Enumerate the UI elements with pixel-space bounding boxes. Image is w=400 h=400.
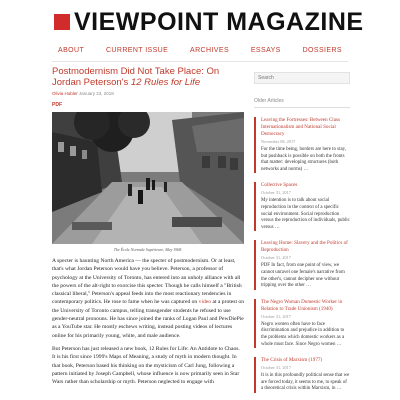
site-header: VIEWPOINT MAGAZINE ABOUT CURRENT ISSUE A… xyxy=(0,0,400,64)
sidebar-article: Leaving Home: Slavery and the Politics o… xyxy=(254,240,350,290)
sidebar-article: Collective Spaces October 31, 2017 My in… xyxy=(254,182,350,232)
sidebar-article-excerpt: My intention is to talk about social rep… xyxy=(261,198,350,230)
sidebar-article-date: October 31, 2017 xyxy=(261,190,291,196)
nav-about[interactable]: ABOUT xyxy=(52,47,90,54)
post-title[interactable]: Postmodernism Did Not Take Place: On Jor… xyxy=(52,66,244,88)
article-body: A specter is haunting North America — th… xyxy=(52,257,244,386)
paragraph-text: But Peterson has just released a new boo… xyxy=(52,345,240,386)
sidebar-article-date: October 31, 2017 xyxy=(261,255,291,261)
sidebar-article-excerpt: Negro women often have to face discrimin… xyxy=(261,321,345,347)
sidebar: Older Articles Leaving the Fortresses: B… xyxy=(254,66,350,393)
sidebar-article-excerpt: PDF In fact, from one point of view, we … xyxy=(261,263,345,289)
sidebar-article: The Crisis of Marxism (1977) October 31,… xyxy=(254,357,350,393)
search-input[interactable] xyxy=(254,72,350,84)
post-author-link[interactable]: Olivia Hubler xyxy=(52,91,78,96)
nav-essays[interactable]: ESSAYS xyxy=(245,47,287,54)
nav-current-issue[interactable]: CURRENT ISSUE xyxy=(100,47,174,54)
sidebar-article-excerpt: For the time being, borders are here to … xyxy=(261,147,346,172)
sidebar-article-title[interactable]: Leaving the Fortresses: Between Class In… xyxy=(261,117,350,138)
sidebar-article-title[interactable]: Collective Spaces xyxy=(261,182,350,189)
sidebar-article-date: October 31, 2017 xyxy=(261,313,291,319)
main-nav: ABOUT CURRENT ISSUE ARCHIVES ESSAYS DOSS… xyxy=(52,40,348,62)
photo-caption: The École Normale Supérieure, May 1968. xyxy=(113,247,183,252)
street-scene-photo xyxy=(52,112,244,244)
sidebar-article: The Negro Woman Domestic Worker in Relat… xyxy=(254,298,350,349)
post-date: January 23, 2018 xyxy=(79,91,114,96)
sidebar-article-excerpt: It is in this profoundly political sense… xyxy=(261,373,350,392)
body-paragraph: But Peterson has just released a new boo… xyxy=(52,345,244,386)
pdf-link[interactable]: PDF xyxy=(52,102,244,108)
divider xyxy=(254,107,350,108)
logo-square-icon xyxy=(54,14,70,30)
sidebar-article-title[interactable]: The Crisis of Marxism (1977) xyxy=(261,357,350,364)
article-main: Postmodernism Did Not Take Place: On Jor… xyxy=(52,66,244,391)
post-meta: Olivia Hubler January 23, 2018 xyxy=(52,91,244,96)
nav-archives[interactable]: ARCHIVES xyxy=(184,47,235,54)
nav-dossiers[interactable]: DOSSIERS xyxy=(297,47,348,54)
article-photo xyxy=(52,112,244,244)
post-title-book: 12 Rules for Life xyxy=(130,77,201,88)
sidebar-article: Leaving the Fortresses: Between Class In… xyxy=(254,117,350,174)
sidebar-article-title[interactable]: Leaving Home: Slavery and the Politics o… xyxy=(261,240,350,254)
body-paragraph: A specter is haunting North America — th… xyxy=(52,257,244,340)
video-link[interactable]: video xyxy=(199,299,211,305)
sidebar-article-date: October 31, 2017 xyxy=(261,365,291,371)
older-articles-heading: Older Articles xyxy=(254,98,284,104)
sidebar-article-title[interactable]: The Negro Woman Domestic Worker in Relat… xyxy=(261,299,350,313)
sidebar-article-date: November 08, 2017 xyxy=(261,139,296,144)
site-logo[interactable]: VIEWPOINT MAGAZINE xyxy=(74,8,364,37)
